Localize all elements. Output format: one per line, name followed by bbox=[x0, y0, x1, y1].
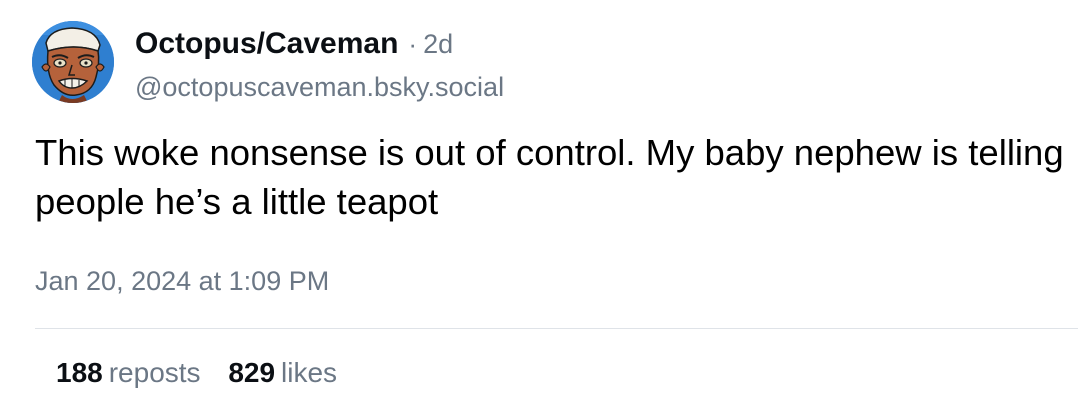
likes-count: 829 bbox=[228, 357, 276, 388]
post-timestamp[interactable]: Jan 20, 2024 at 1:09 PM bbox=[35, 263, 329, 299]
post-card: Octopus/Caveman · 2d @octopuscaveman.bsky.… bbox=[0, 0, 1078, 412]
separator-dot: · bbox=[408, 29, 418, 59]
author-handle[interactable]: @octopuscaveman.bsky.social bbox=[135, 70, 504, 104]
avatar[interactable] bbox=[32, 21, 114, 103]
divider bbox=[35, 328, 1078, 329]
likes-stat[interactable]: 829 likes bbox=[228, 354, 337, 392]
reposts-stat[interactable]: 188 reposts bbox=[56, 354, 201, 392]
reposts-label: reposts bbox=[108, 357, 201, 388]
author-display-name[interactable]: Octopus/Caveman bbox=[135, 27, 398, 60]
reposts-count: 188 bbox=[56, 357, 103, 388]
painted-face-avatar-icon bbox=[32, 21, 114, 103]
likes-label: likes bbox=[281, 357, 338, 388]
post-text: This woke nonsense is out of control. My… bbox=[35, 132, 1064, 222]
post-stats: 188 reposts 829 likes bbox=[56, 354, 337, 392]
author-line: Octopus/Caveman · 2d bbox=[135, 26, 453, 62]
post-age: 2d bbox=[423, 29, 454, 59]
